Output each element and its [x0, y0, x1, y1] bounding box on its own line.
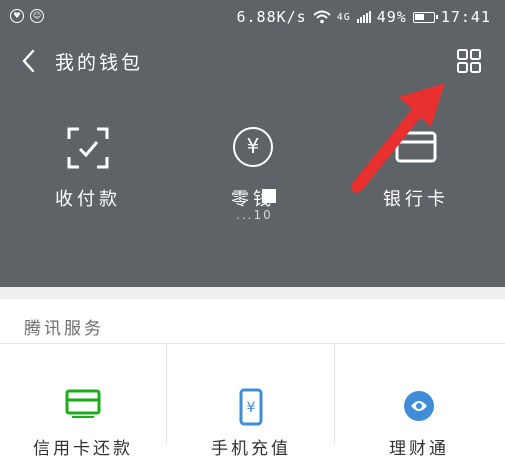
- network-speed: 6.88K/s: [236, 8, 307, 26]
- service-label: 理财通: [389, 439, 449, 459]
- section-gap: [0, 287, 505, 299]
- battery-percent: 49%: [376, 8, 407, 26]
- battery-icon: [412, 11, 438, 23]
- service-wealth[interactable]: 理财通: [336, 344, 502, 459]
- smiley-icon: ☺: [30, 9, 44, 23]
- wallet-item-label: 收付款: [55, 189, 121, 210]
- shield-icon: ♥: [10, 9, 24, 23]
- wallet-item-receive-pay[interactable]: 收付款: [18, 123, 158, 211]
- scan-pay-icon: [67, 127, 109, 169]
- red-pointer-arrow: [351, 83, 445, 193]
- service-phone-recharge[interactable]: ¥ 手机充值: [168, 344, 335, 459]
- wallet-item-change[interactable]: ¥ 零钱: [183, 123, 323, 211]
- wallet-header-panel: ♥ ☺ 6.88K/s 4G 49% 17:41 我的钱包 收付款 ¥ 零钱 .…: [0, 0, 505, 287]
- service-label: 手机充值: [211, 439, 291, 459]
- wealth-icon: [404, 391, 434, 421]
- status-bar: ♥ ☺ 6.88K/s 4G 49% 17:41: [0, 0, 505, 34]
- signal-icon: [356, 11, 371, 23]
- page-title: 我的钱包: [55, 52, 144, 74]
- network-type: 4G: [336, 11, 351, 23]
- svg-text:¥: ¥: [247, 400, 256, 416]
- yen-circle-wrapper: ¥: [228, 127, 278, 177]
- phone-recharge-icon: ¥: [239, 388, 263, 426]
- grid-menu-icon[interactable]: [456, 48, 482, 74]
- change-balance: ...10: [236, 208, 273, 222]
- services-section-title: 腾讯服务: [24, 319, 104, 339]
- overlay-artifact: [262, 189, 276, 203]
- yen-circle-icon: ¥: [233, 127, 273, 167]
- back-arrow-icon[interactable]: [18, 48, 44, 74]
- clock: 17:41: [440, 8, 491, 26]
- wifi-icon: [313, 10, 331, 24]
- credit-card-icon: [65, 389, 101, 418]
- service-credit-card-repay[interactable]: 信用卡还款: [0, 344, 167, 459]
- service-label: 信用卡还款: [33, 439, 133, 459]
